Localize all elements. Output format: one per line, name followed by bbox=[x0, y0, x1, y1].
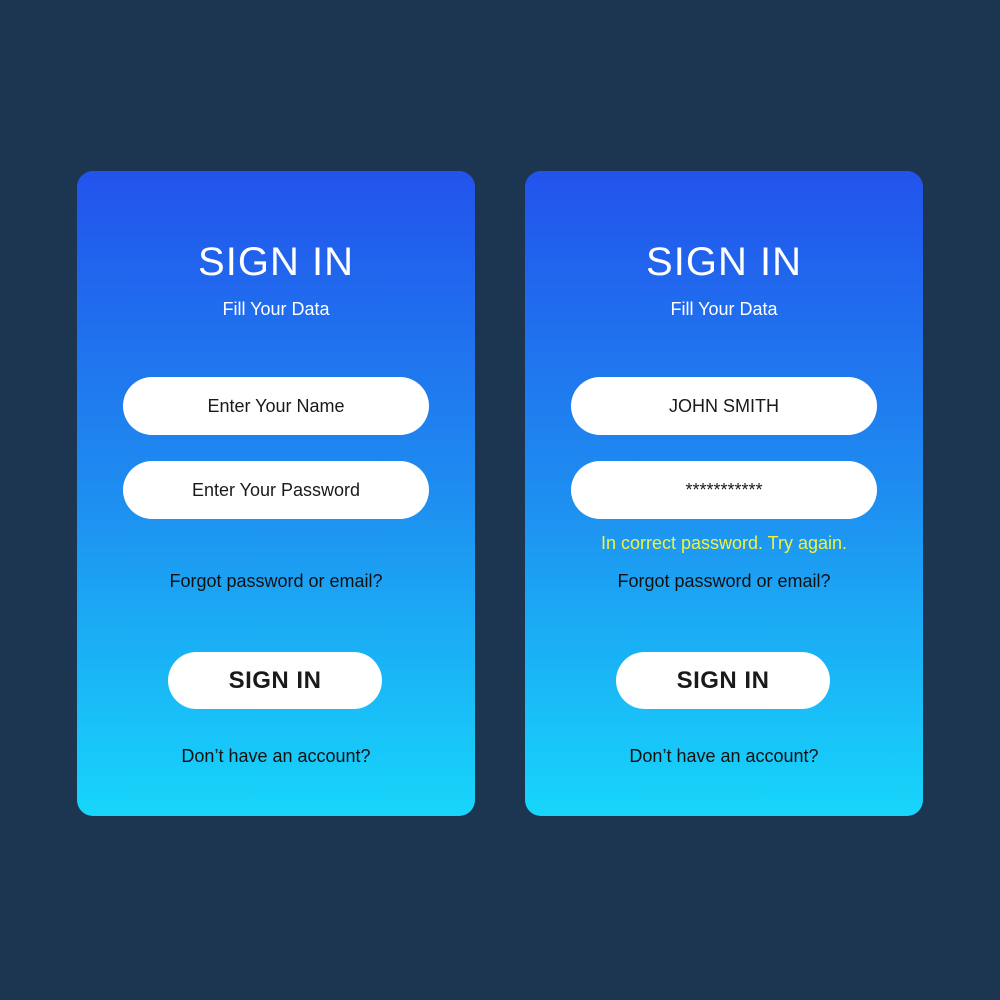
password-input[interactable] bbox=[571, 461, 877, 519]
sign-in-button[interactable]: SIGN IN bbox=[168, 652, 382, 709]
card-subtitle: Fill Your Data bbox=[670, 299, 778, 319]
no-account-link[interactable]: Don’t have an account? bbox=[77, 744, 475, 768]
sign-in-card-empty: SIGN IN Fill Your Data Forgot password o… bbox=[77, 171, 475, 816]
password-input[interactable] bbox=[123, 461, 429, 519]
name-input[interactable] bbox=[123, 377, 429, 435]
error-message: In correct password. Try again. bbox=[600, 533, 848, 553]
sign-in-card-error: SIGN IN Fill Your Data In correct passwo… bbox=[525, 171, 923, 816]
card-subtitle: Fill Your Data bbox=[222, 299, 330, 319]
card-title: SIGN IN bbox=[646, 240, 802, 284]
sign-in-button[interactable]: SIGN IN bbox=[616, 652, 830, 709]
forgot-password-link[interactable]: Forgot password or email? bbox=[525, 569, 923, 593]
forgot-password-link[interactable]: Forgot password or email? bbox=[77, 569, 475, 593]
no-account-link[interactable]: Don’t have an account? bbox=[525, 744, 923, 768]
name-input[interactable] bbox=[571, 377, 877, 435]
card-title: SIGN IN bbox=[198, 240, 354, 284]
